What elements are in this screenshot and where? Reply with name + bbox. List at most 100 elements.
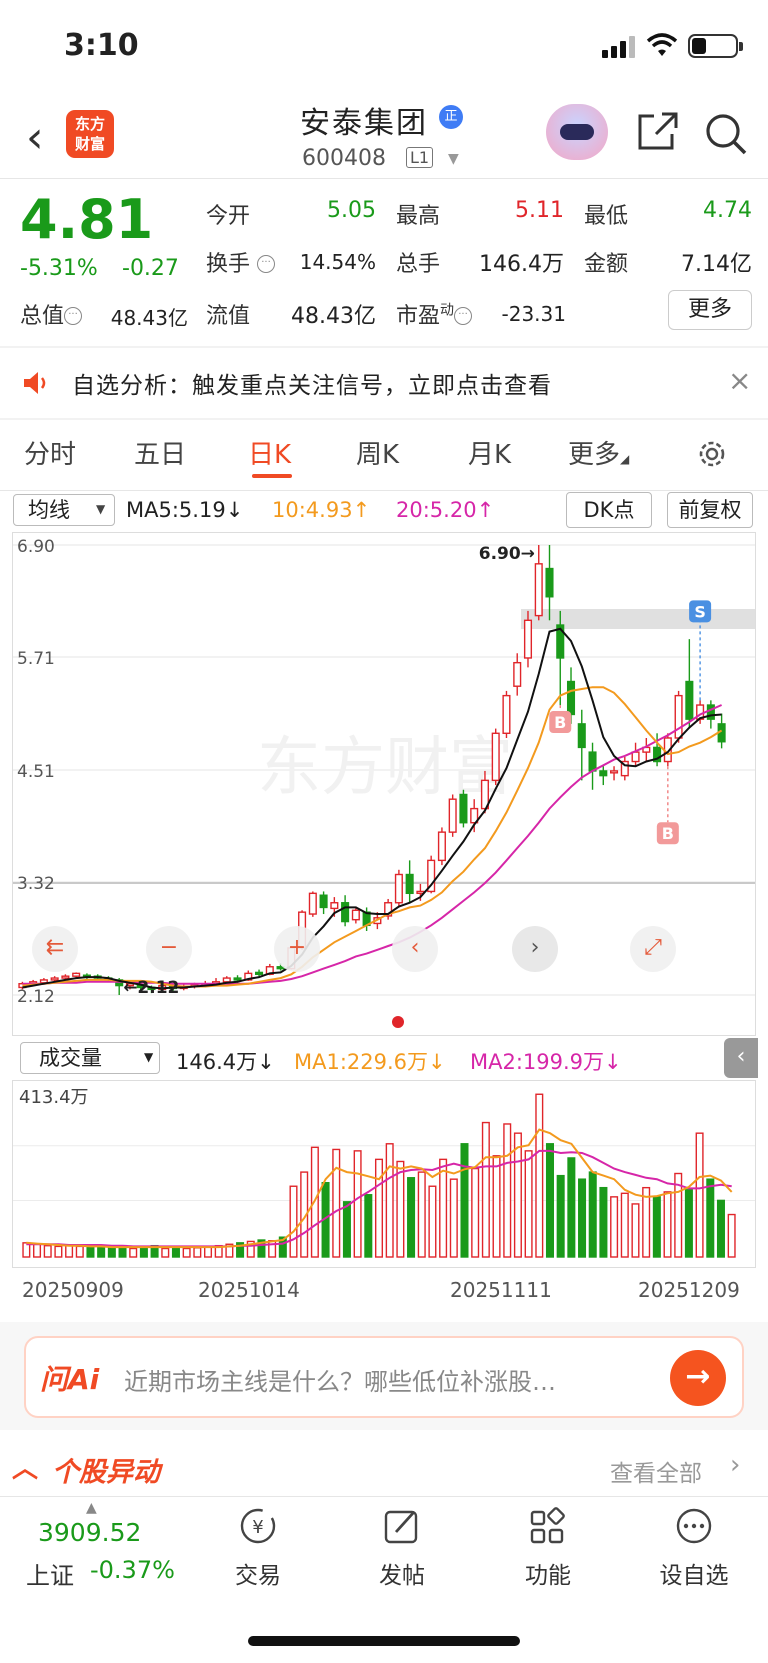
ma5-line [22,627,722,990]
candle-body [513,661,522,687]
tab-day-k[interactable]: 日K [248,434,291,471]
candle-body [72,972,81,977]
zoom-in-icon[interactable]: + [274,926,320,972]
candle-body [545,567,554,598]
caret-down-icon[interactable]: ▼ [96,502,105,516]
candle-body [255,971,264,975]
ma5-label: MA5:5.19↓ [126,498,244,522]
tab-week-k[interactable]: 周K [356,434,399,471]
volume-bar [54,1245,63,1258]
next-icon[interactable]: › [512,926,558,972]
volume-bar [556,1174,565,1258]
more-dots-icon [676,1508,712,1544]
watermark: 东方财富 [257,731,513,805]
mktcap-label: 总值 ··· [20,298,83,330]
open-value: 5.05 [327,198,376,223]
volume-bar [663,1191,672,1258]
view-all-link[interactable]: 查看全部 [610,1454,702,1488]
nav-function[interactable]: 功能 [498,1506,598,1590]
ai-send-arrow-icon[interactable]: → [670,1350,726,1406]
y-tick-label: 4.51 [17,762,55,782]
volume-indicator-select[interactable]: 成交量 [20,1042,160,1074]
volume-bar [460,1143,469,1258]
gear-icon[interactable] [694,436,730,472]
candle-body [491,732,500,782]
y-tick-label: 3.32 [17,874,55,894]
info-icon[interactable]: ··· [257,255,276,273]
level-badge[interactable]: L1 [406,147,434,168]
current-price: 4.81 [20,188,154,251]
volume-max-label: 413.4万 [19,1087,89,1108]
volume-bar [161,1247,170,1258]
amount-label: 金额 [584,252,629,277]
index-percent[interactable]: -0.37% [90,1556,175,1584]
volume-bar [353,1150,362,1258]
volume-bar [428,1185,437,1258]
abnormal-title: 个股异动 [52,1457,160,1488]
turnover-value: 14.54% [299,250,376,274]
adjust-button[interactable]: 前复权 [667,492,753,528]
status-time: 3:10 [64,28,139,63]
volume-chart[interactable]: 413.4万 [12,1080,756,1268]
tab-fenshi[interactable]: 分时 [24,434,76,471]
ai-robot-avatar[interactable] [546,104,608,160]
volume-bar [513,1132,522,1258]
ai-input[interactable]: 近期市场主线是什么？哪些低位补涨股… [124,1362,556,1397]
index-value[interactable]: 3909.52 [38,1518,141,1547]
volume-bar [204,1246,213,1258]
fullscreen-icon[interactable]: ⤢ [630,926,676,972]
max-price-label: 6.90→ [479,544,535,564]
x-tick-label: 20250909 [22,1278,124,1302]
index-name[interactable]: 上证 [26,1556,74,1591]
caret-down-icon[interactable]: ▼ [144,1050,153,1064]
share-icon[interactable] [636,112,680,152]
volume-bar [193,1247,202,1258]
caret-down-icon[interactable]: ▼ [448,151,459,167]
signal-label: S [694,602,706,621]
candle-body [534,563,543,617]
candle-body [351,909,360,921]
prev-icon[interactable]: ‹ [392,926,438,972]
volume-bar [545,1143,554,1258]
tab-more[interactable]: 更多◢ [568,434,629,471]
zoom-out-icon[interactable]: − [146,926,192,972]
info-icon[interactable]: ··· [454,307,473,325]
status-bar: 3:10 [0,0,768,90]
tab-five-day[interactable]: 五日 [134,434,186,471]
more-button[interactable]: 更多 [668,290,752,330]
pan-left-end-icon[interactable]: ⇇ [32,926,78,972]
candle-body [685,680,694,720]
candle-body [308,892,317,915]
grid-icon [530,1507,565,1544]
back-chevron-icon[interactable]: ‹ [26,112,44,163]
candle-body [319,894,328,909]
y-tick-label: 6.90 [17,537,55,557]
collapse-chevron-icon[interactable]: ‹ [724,1038,758,1078]
notice-text[interactable]: 自选分析：触发重点关注信号，立即点击查看 [72,366,552,400]
volume-bar [417,1171,426,1258]
candle-body [610,770,619,774]
live-dot [392,1016,404,1028]
info-icon[interactable]: ··· [64,307,83,325]
volume-bar [481,1121,490,1258]
volume-label: 总手 [396,252,441,277]
divider [0,346,768,348]
search-icon[interactable] [704,112,748,156]
high-label: 最高 [396,204,441,229]
volume-bar [65,1244,74,1258]
candle-body [674,694,683,739]
nav-set-favorite[interactable]: 设自选 [644,1506,744,1590]
chevron-up-icon[interactable]: ︿ [12,1448,38,1485]
x-tick-label: 20251014 [198,1278,300,1302]
nav-post[interactable]: 发帖 [352,1506,452,1590]
float-value: 48.43亿 [291,304,376,329]
close-icon[interactable]: × [728,364,751,397]
turnover-label: 换手 ··· [206,246,276,278]
chevron-right-icon[interactable]: › [730,1450,740,1480]
nav-trade[interactable]: ¥ 交易 [208,1506,308,1590]
tab-month-k[interactable]: 月K [468,434,511,471]
signal-label: B [662,824,674,843]
dk-point-button[interactable]: DK点 [566,492,652,528]
volume-bar [567,1157,576,1258]
edit-icon [384,1510,418,1544]
